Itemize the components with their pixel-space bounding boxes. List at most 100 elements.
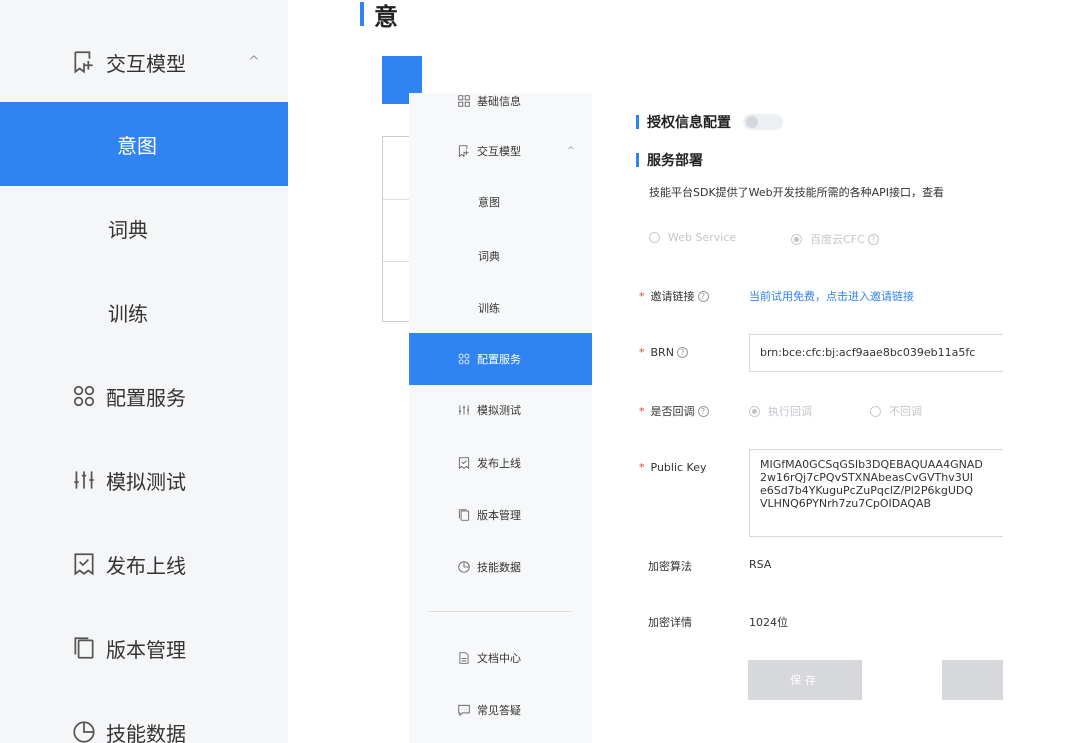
radio-label: 不回调 bbox=[889, 405, 922, 418]
sidebar-item-label: 文档中心 bbox=[477, 652, 521, 665]
required-mark: * bbox=[639, 404, 645, 418]
sidebar-item-label: 词典 bbox=[478, 250, 500, 263]
sidebar-item-version[interactable]: 版本管理 bbox=[409, 504, 592, 526]
bg-sidebar-item-version[interactable]: 版本管理 bbox=[0, 624, 288, 672]
public-key-textarea[interactable]: MIGfMA0GCSqGSIb3DQEBAQUAA4GNAD 2w16rQj7c… bbox=[749, 449, 1003, 537]
sidebar-divider bbox=[429, 611, 572, 612]
sidebar-item-intent[interactable]: 意图 bbox=[409, 191, 592, 213]
brn-label-text: BRN bbox=[650, 346, 674, 359]
deploy-description: 技能平台SDK提供了Web开发技能所需的各种API接口，查看 bbox=[649, 186, 945, 199]
radio-web-service[interactable]: Web Service bbox=[649, 231, 736, 244]
bg-sidebar-item-skill-data[interactable]: 技能数据 bbox=[0, 708, 288, 743]
sidebar-item-label: 常见答疑 bbox=[477, 704, 521, 717]
bg-page-title-text: 意 bbox=[374, 2, 398, 31]
chevron-up-icon: ^ bbox=[567, 146, 575, 156]
bg-sidebar-item-label: 模拟测试 bbox=[106, 469, 186, 494]
radio-circle bbox=[749, 405, 760, 417]
heading-accent-bar bbox=[636, 153, 639, 167]
public-key-line: 2w16rQj7cPQvSTXNAbeasCvGVThv3UI bbox=[760, 471, 974, 484]
background-sidebar: 交互模型 ^ 意图 词典 训练 配置服务 模拟测试 发布上线 版本管理 技能数据 bbox=[0, 0, 288, 743]
sidebar-item-skill-data[interactable]: 技能数据 bbox=[409, 556, 592, 578]
title-accent-bar bbox=[360, 2, 364, 26]
public-key-line: VLHNQ6PYNrh7zu7CpOIDAQAB bbox=[760, 497, 932, 510]
encryption-detail-label: 加密详情 bbox=[648, 616, 692, 629]
bg-sidebar-item-label: 配置服务 bbox=[106, 385, 186, 410]
sidebar-item-label: 版本管理 bbox=[477, 509, 521, 522]
radio-label: 百度云CFC bbox=[810, 233, 865, 246]
public-key-label: * Public Key bbox=[639, 461, 707, 474]
radio-label: Web Service bbox=[668, 231, 737, 244]
help-icon[interactable]: ? bbox=[867, 233, 879, 245]
bg-sidebar-item-publish[interactable]: 发布上线 bbox=[0, 540, 288, 588]
grid-icon bbox=[456, 93, 472, 109]
config-service-icon bbox=[456, 351, 472, 367]
radio-circle bbox=[791, 233, 802, 245]
secondary-button[interactable] bbox=[942, 660, 1003, 700]
invite-label: * 邀请链接 ? bbox=[639, 288, 709, 304]
publish-icon bbox=[70, 550, 98, 578]
help-icon[interactable]: ? bbox=[697, 405, 709, 417]
sidebar: 基础信息 交互模型 ^ 意图 词典 训练 配置服务 模拟测试 发布上线 版本管理… bbox=[409, 93, 592, 743]
help-icon[interactable]: ? bbox=[676, 347, 688, 358]
simulate-test-icon bbox=[70, 466, 98, 494]
required-mark: * bbox=[639, 461, 645, 474]
sidebar-item-simulate-test[interactable]: 模拟测试 bbox=[409, 399, 592, 421]
radio-circle bbox=[870, 405, 881, 417]
bg-sidebar-item-label: 版本管理 bbox=[106, 637, 186, 662]
invite-label-text: 邀请链接 bbox=[650, 290, 695, 303]
foreground-panel: 基础信息 交互模型 ^ 意图 词典 训练 配置服务 模拟测试 发布上线 版本管理… bbox=[409, 93, 1003, 743]
sidebar-item-basic-info[interactable]: 基础信息 bbox=[409, 93, 592, 109]
config-form: 授权信息配置 服务部署 技能平台SDK提供了Web开发技能所需的各种API接口，… bbox=[592, 93, 1003, 743]
encryption-detail-value: 1024位 bbox=[749, 616, 788, 629]
deploy-title: 服务部署 bbox=[647, 153, 703, 169]
radio-label: 执行回调 bbox=[768, 405, 812, 418]
bg-sidebar-item-config-service[interactable]: 配置服务 bbox=[0, 372, 288, 420]
bg-sidebar-item-label: 词典 bbox=[108, 217, 148, 242]
bg-sidebar-item-dictionary[interactable]: 词典 bbox=[0, 204, 288, 252]
heading-accent-bar bbox=[636, 115, 639, 129]
document-icon bbox=[456, 650, 472, 666]
bg-sidebar-item-interaction-model[interactable]: 交互模型 ^ bbox=[0, 36, 288, 88]
bg-sidebar-item-label: 发布上线 bbox=[106, 553, 186, 578]
sidebar-item-label: 技能数据 bbox=[477, 561, 521, 574]
version-icon bbox=[456, 507, 472, 523]
sidebar-item-label: 发布上线 bbox=[477, 457, 521, 470]
sidebar-item-config-service[interactable]: 配置服务 bbox=[409, 333, 592, 385]
algorithm-label: 加密算法 bbox=[648, 560, 692, 573]
sidebar-item-training[interactable]: 训练 bbox=[409, 297, 592, 319]
save-button[interactable]: 保存 bbox=[748, 660, 862, 700]
radio-no-callback[interactable]: 不回调 bbox=[870, 403, 922, 419]
chevron-up-icon: ^ bbox=[248, 54, 260, 70]
radio-execute-callback[interactable]: 执行回调 bbox=[749, 403, 812, 419]
invite-link[interactable]: 当前试用免费，点击进入邀请链接 bbox=[749, 288, 914, 304]
help-icon[interactable]: ? bbox=[697, 290, 709, 302]
radio-circle bbox=[649, 232, 660, 243]
toggle-knob bbox=[746, 116, 758, 128]
config-service-icon bbox=[70, 382, 98, 410]
sidebar-item-dictionary[interactable]: 词典 bbox=[409, 245, 592, 267]
sidebar-item-docs[interactable]: 文档中心 bbox=[409, 647, 592, 669]
public-key-line: e6Sd7b4YKuguPcZuPqclZ/Pl2P6kgUDQ bbox=[760, 484, 974, 497]
radio-baidu-cfc[interactable]: 百度云CFC ? bbox=[791, 231, 879, 247]
auth-config-toggle[interactable] bbox=[743, 114, 783, 130]
brn-label: * BRN ? bbox=[639, 346, 688, 359]
brn-input[interactable]: brn:bce:cfc:bj:acf9aae8bc039eb11a5fc bbox=[749, 334, 1003, 372]
bg-sidebar-item-intent[interactable]: 意图 bbox=[0, 102, 288, 186]
sidebar-item-faq[interactable]: 常见答疑 bbox=[409, 699, 592, 721]
sidebar-item-label: 交互模型 bbox=[477, 145, 521, 158]
publish-icon bbox=[456, 455, 472, 471]
bg-sidebar-item-simulate-test[interactable]: 模拟测试 bbox=[0, 456, 288, 504]
sidebar-item-label: 基础信息 bbox=[477, 95, 521, 108]
simulate-test-icon bbox=[456, 402, 472, 418]
app-window: 交互模型 ^ 意图 词典 训练 配置服务 模拟测试 发布上线 版本管理 技能数据… bbox=[0, 0, 1080, 743]
callback-label-text: 是否回调 bbox=[650, 405, 695, 418]
algorithm-value: RSA bbox=[749, 558, 772, 571]
bg-sidebar-item-training[interactable]: 训练 bbox=[0, 288, 288, 336]
sidebar-item-interaction-model[interactable]: 交互模型 ^ bbox=[409, 140, 592, 162]
version-icon bbox=[70, 634, 98, 662]
required-mark: * bbox=[639, 289, 645, 303]
sidebar-item-label: 模拟测试 bbox=[477, 404, 521, 417]
sidebar-item-publish[interactable]: 发布上线 bbox=[409, 452, 592, 474]
sidebar-item-label: 训练 bbox=[478, 302, 500, 315]
interaction-model-icon bbox=[456, 143, 472, 159]
